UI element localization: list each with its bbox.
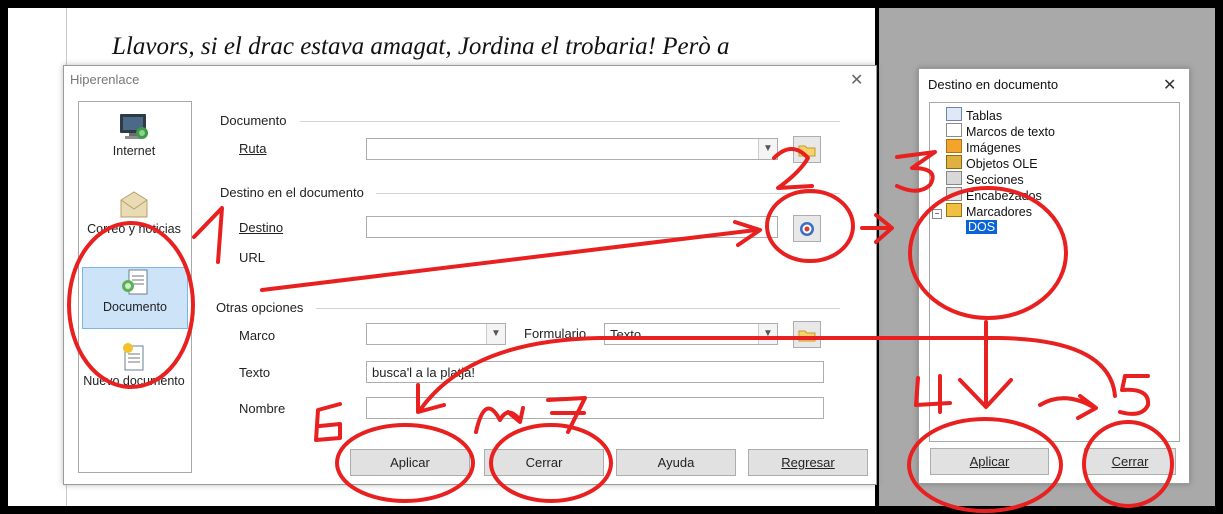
section-divider (376, 193, 840, 194)
bookmark-icon (946, 203, 962, 217)
ole-object-icon (946, 155, 962, 169)
tree-item-headings[interactable]: Encabezados (946, 187, 1042, 203)
image-icon (946, 139, 962, 153)
texto-input[interactable]: busca'l a la platja! (366, 361, 824, 383)
url-label: URL (239, 250, 266, 265)
chevron-down-icon[interactable]: ▼ (486, 324, 505, 344)
apply-button[interactable]: Aplicar (930, 448, 1049, 475)
hyperlink-dialog: Hiperenlace ✕ Internet Correo y noticias… (63, 65, 877, 485)
section-documento: Documento (220, 113, 287, 128)
tree-item-images[interactable]: Imágenes (946, 139, 1021, 155)
marco-label: Marco (239, 328, 276, 343)
target-icon (800, 221, 814, 236)
collapse-icon[interactable]: − (932, 209, 942, 219)
target-in-document-dialog: Destino en documento ✕ Tablas Marcos de … (918, 68, 1190, 484)
section-divider (300, 121, 840, 122)
section-icon (946, 171, 962, 185)
table-icon (946, 107, 962, 121)
events-button[interactable] (793, 321, 821, 348)
internet-icon (118, 112, 150, 142)
destino-label: Destino (239, 220, 284, 235)
close-button[interactable]: Cerrar (1084, 448, 1176, 475)
ruta-combo[interactable]: ▼ (366, 138, 778, 160)
new-document-icon (118, 342, 150, 372)
tree-item-sections[interactable]: Secciones (946, 171, 1024, 187)
section-divider (316, 308, 840, 309)
help-button[interactable]: Ayuda (616, 449, 736, 476)
document-text-line: Llavors, si el drac estava amagat, Jordi… (112, 33, 730, 60)
category-mail[interactable]: Correo y noticias (82, 190, 186, 256)
formulario-label: Formulario (524, 326, 587, 341)
target-tree: Tablas Marcos de texto Imágenes Objetos … (929, 102, 1180, 442)
category-new-document[interactable]: Nuevo documento (82, 342, 186, 422)
texto-label: Texto (239, 365, 271, 380)
close-icon[interactable]: ✕ (1163, 75, 1176, 95)
browse-file-button[interactable] (793, 136, 821, 163)
tree-item-tables[interactable]: Tablas (946, 107, 1002, 123)
heading-icon (946, 187, 962, 201)
macro-icon (798, 330, 816, 341)
tree-item-ole[interactable]: Objetos OLE (946, 155, 1038, 171)
dialog-title: Destino en documento (928, 77, 1059, 92)
tree-item-bookmark-dos[interactable]: DOS (966, 220, 998, 234)
dialog-title: Hiperenlace (70, 72, 140, 87)
folder-icon (798, 145, 816, 156)
chevron-down-icon[interactable]: ▼ (758, 324, 777, 344)
tree-item-frames[interactable]: Marcos de texto (946, 123, 1055, 139)
ruta-label: Ruta (239, 141, 267, 156)
tree-item-bookmarks[interactable]: − Marcadores (932, 203, 1032, 219)
section-otras-opciones: Otras opciones (216, 300, 304, 315)
formulario-combo[interactable]: Texto ▼ (604, 323, 778, 345)
category-document[interactable]: Documento (82, 267, 188, 329)
category-panel: Internet Correo y noticias Documento Nue… (78, 101, 192, 473)
section-destino: Destino en el documento (220, 185, 364, 200)
chevron-down-icon[interactable]: ▼ (758, 139, 777, 159)
category-internet[interactable]: Internet (82, 112, 186, 174)
nombre-label: Nombre (239, 401, 286, 416)
mail-icon (118, 190, 150, 220)
target-in-document-button[interactable] (793, 215, 821, 242)
nombre-input[interactable] (366, 397, 824, 419)
close-icon[interactable]: ✕ (850, 70, 863, 90)
apply-button[interactable]: Aplicar (350, 449, 470, 476)
destino-input[interactable] (366, 216, 778, 238)
back-button[interactable]: Regresar (748, 449, 868, 476)
marco-combo[interactable]: ▼ (366, 323, 506, 345)
close-button[interactable]: Cerrar (484, 449, 604, 476)
document-icon (119, 268, 151, 298)
frame-icon (946, 123, 962, 137)
